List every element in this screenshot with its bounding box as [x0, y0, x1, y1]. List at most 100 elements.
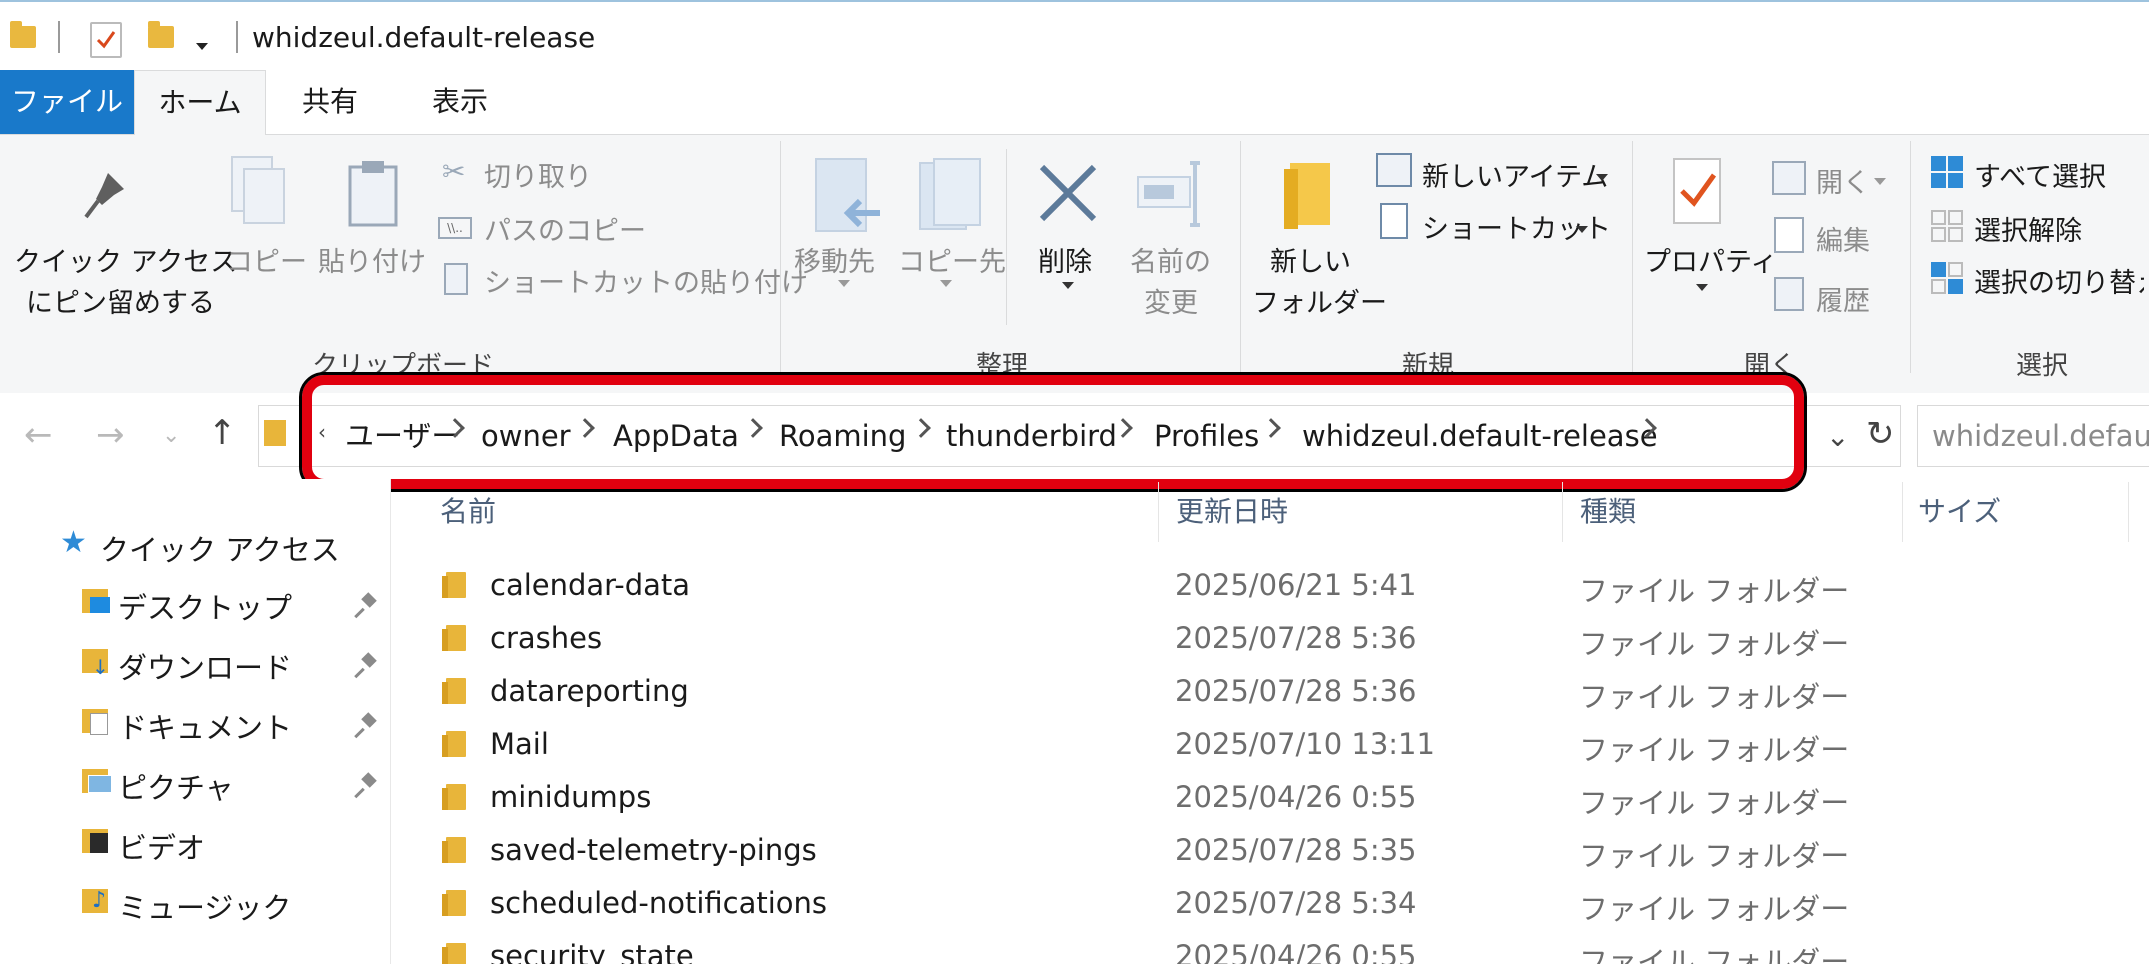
group-separator [1240, 141, 1241, 373]
open-icon [1772, 161, 1806, 195]
back-arrow-icon[interactable]: ← [24, 415, 53, 455]
file-date: 2025/07/28 5:36 [1175, 674, 1417, 708]
file-date: 2025/04/26 0:55 [1175, 939, 1417, 964]
customize-quick-access-icon[interactable] [196, 36, 208, 55]
file-type: ファイル フォルダー [1579, 574, 1850, 608]
copy-button[interactable]: コピー [226, 240, 307, 279]
column-separator[interactable] [1562, 482, 1563, 542]
delete-button[interactable]: 削除 [1038, 240, 1092, 279]
delete-dropdown-icon[interactable] [1062, 275, 1074, 294]
file-row[interactable]: security_state 2025/04/26 0:55 ファイル フォルダ… [392, 931, 2149, 964]
file-date: 2025/06/21 5:41 [1175, 568, 1417, 602]
tab-view[interactable]: 表示 [410, 70, 510, 134]
group-separator [1632, 141, 1633, 373]
column-header-type[interactable]: 種類 [1580, 490, 1636, 530]
nav-item-music[interactable]: ミュージック [118, 885, 291, 927]
rename-button[interactable]: 名前の [1130, 240, 1211, 279]
file-row[interactable]: Mail 2025/07/10 13:11 ファイル フォルダー [392, 719, 2149, 772]
file-date: 2025/07/28 5:36 [1175, 621, 1417, 655]
tab-home[interactable]: ホーム [134, 70, 266, 136]
folder-icon [10, 21, 36, 48]
file-row[interactable]: calendar-data 2025/06/21 5:41 ファイル フォルダー [392, 560, 2149, 613]
desktop-folder-icon [82, 589, 110, 613]
open-button[interactable]: 開く [1816, 161, 1870, 200]
column-separator[interactable] [1158, 482, 1159, 542]
star-icon: ★ [60, 525, 87, 560]
invert-selection-button[interactable]: 選択の切り替え [1974, 261, 2144, 300]
refresh-icon[interactable]: ↻ [1866, 414, 1895, 454]
search-input[interactable]: whidzeul.default-release の検索 [1917, 405, 2149, 467]
file-name: calendar-data [490, 568, 691, 602]
pin-icon [362, 715, 372, 733]
pin-icon [362, 595, 372, 613]
select-none-icon [1930, 209, 1964, 247]
open-dropdown-icon[interactable] [1874, 171, 1886, 190]
folder-icon [442, 943, 466, 964]
move-to-dropdown-icon[interactable] [838, 273, 850, 292]
folder-icon [442, 890, 466, 916]
new-item-icon [1376, 153, 1412, 187]
edit-button[interactable]: 編集 [1816, 219, 1870, 258]
nav-item-videos[interactable]: ビデオ [118, 825, 205, 867]
file-name: saved-telemetry-pings [490, 833, 817, 867]
new-item-button[interactable]: 新しいアイテム [1422, 155, 1608, 194]
title-bar: whidzeul.default-release [0, 0, 2149, 70]
rename-label-2: 変更 [1144, 288, 1198, 319]
ribbon: クイック アクセス にピン留めする コピー 貼り付け ✂ 切り取り \\.. パ… [0, 135, 2149, 394]
file-row[interactable]: datareporting 2025/07/28 5:36 ファイル フォルダー [392, 666, 2149, 719]
documents-folder-icon [82, 709, 108, 735]
rename-icon [1134, 159, 1208, 233]
copy-path-button[interactable]: パスのコピー [484, 209, 646, 248]
new-folder-button[interactable]: 新しい [1270, 240, 1351, 279]
column-header-name[interactable]: 名前 [440, 490, 496, 530]
up-arrow-icon[interactable]: ↑ [208, 413, 237, 453]
scissors-icon: ✂ [442, 155, 466, 188]
pin-icon [78, 165, 138, 229]
file-type: ファイル フォルダー [1579, 627, 1850, 661]
new-folder-label-2: フォルダー [1252, 288, 1387, 319]
column-separator[interactable] [2128, 482, 2129, 542]
properties-button[interactable]: プロパティ [1644, 240, 1777, 279]
column-header-date[interactable]: 更新日時 [1176, 490, 1288, 530]
file-row[interactable]: crashes 2025/07/28 5:36 ファイル フォルダー [392, 613, 2149, 666]
shortcut-dropdown-icon[interactable] [1576, 219, 1588, 238]
column-separator[interactable] [1902, 482, 1903, 542]
pictures-folder-icon [82, 769, 112, 793]
file-type: ファイル フォルダー [1579, 786, 1850, 820]
nav-item-pictures[interactable]: ピクチャ [118, 765, 234, 807]
nav-item-documents[interactable]: ドキュメント [118, 705, 292, 747]
nav-item-desktop[interactable]: デスクトップ [118, 585, 292, 627]
file-row[interactable]: scheduled-notifications 2025/07/28 5:34 … [392, 878, 2149, 931]
nav-quick-access[interactable]: クイック アクセス [100, 527, 340, 569]
select-none-button[interactable]: 選択解除 [1974, 209, 2082, 248]
videos-folder-icon [82, 829, 108, 853]
copy-to-button[interactable]: コピー先 [898, 240, 1006, 279]
paste-button[interactable]: 貼り付け [318, 240, 426, 279]
paste-shortcut-button[interactable]: ショートカットの貼り付け [484, 261, 808, 300]
folder-icon [442, 784, 466, 810]
properties-icon [1670, 155, 1726, 231]
properties-quick-icon[interactable] [90, 22, 122, 58]
tab-share[interactable]: 共有 [280, 70, 380, 134]
separator [1006, 149, 1007, 325]
recent-locations-chevron-icon[interactable]: ⌄ [162, 423, 180, 448]
history-button[interactable]: 履歴 [1816, 279, 1870, 318]
new-folder-quick-icon[interactable] [148, 21, 174, 48]
tab-file[interactable]: ファイル [0, 70, 134, 134]
cut-button[interactable]: 切り取り [484, 155, 592, 194]
move-to-button[interactable]: 移動先 [794, 240, 875, 279]
file-row[interactable]: saved-telemetry-pings 2025/07/28 5:35 ファ… [392, 825, 2149, 878]
forward-arrow-icon[interactable]: → [96, 415, 125, 455]
copy-to-dropdown-icon[interactable] [940, 273, 952, 292]
paste-icon [346, 157, 402, 233]
file-name: security_state [490, 939, 694, 964]
properties-dropdown-icon[interactable] [1696, 277, 1708, 296]
column-header-size[interactable]: サイズ [1918, 490, 2001, 530]
select-all-button[interactable]: すべて選択 [1974, 155, 2106, 194]
new-item-dropdown-icon[interactable] [1596, 167, 1608, 186]
pin-quick-access-button[interactable]: クイック アクセス [14, 240, 237, 279]
nav-item-downloads[interactable]: ダウンロード [118, 645, 292, 687]
address-dropdown-chevron-icon[interactable]: ⌄ [1826, 420, 1849, 453]
group-select-label: 選択 [2016, 351, 2069, 381]
file-row[interactable]: minidumps 2025/04/26 0:55 ファイル フォルダー [392, 772, 2149, 825]
